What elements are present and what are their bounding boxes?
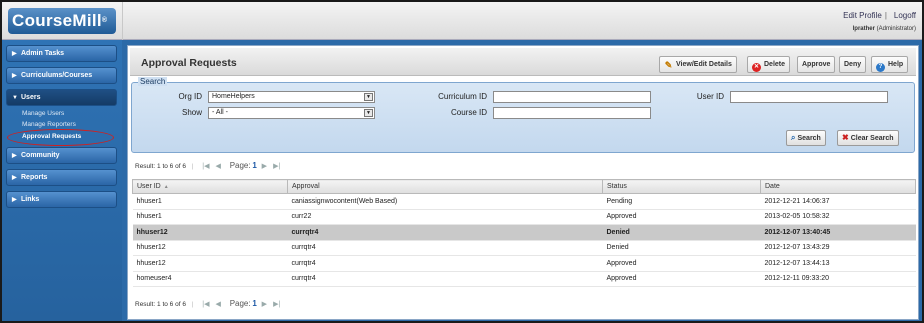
org-id-label: Org ID — [178, 92, 202, 101]
pencil-icon: ✎ — [664, 60, 673, 70]
sidebar-item-community[interactable]: ▶ Community — [6, 147, 117, 164]
table-row-selected[interactable]: hhuser12 currqtr4 Denied 2012-12-07 13:4… — [132, 224, 916, 241]
show-select[interactable]: - All - ▼ — [208, 107, 375, 119]
username: lprather — [852, 26, 875, 32]
chevron-right-icon: ▶ — [12, 51, 17, 57]
approval-table: User ID ▲ Approval Status Date hhuser1 ca… — [132, 179, 916, 287]
annotation-circle — [7, 129, 114, 146]
prev-page-icon[interactable]: ◀ — [215, 301, 220, 308]
page-number[interactable]: 1 — [252, 161, 256, 170]
course-id-label: Course ID — [450, 108, 487, 117]
user-info: lprather (Administrator) — [853, 26, 916, 32]
logoff-link[interactable]: Logoff — [894, 11, 916, 20]
page-label: Page: — [229, 161, 251, 170]
curriculum-id-input[interactable] — [493, 91, 651, 103]
sidebar-item-reports[interactable]: ▶ Reports — [6, 169, 117, 186]
user-id-label: User ID — [696, 92, 724, 101]
next-page-icon[interactable]: ▶ — [262, 163, 267, 170]
divider — [122, 2, 123, 40]
table-row[interactable]: hhuser12 currqtr4 Denied 2012-12-07 13:4… — [132, 240, 916, 256]
chevron-right-icon: ▶ — [12, 197, 17, 203]
user-role: (Administrator) — [876, 26, 916, 32]
help-button[interactable]: ? Help — [871, 56, 909, 73]
dropdown-arrow-icon: ▼ — [364, 93, 373, 101]
result-count: Result: 1 to 6 of 6 — [135, 301, 186, 308]
search-panel: Search Org ID HomeHelpers ▼ Show - All -… — [131, 77, 915, 153]
org-id-select[interactable]: HomeHelpers ▼ — [208, 91, 375, 103]
sidebar-item-links[interactable]: ▶ Links — [6, 191, 117, 208]
prev-page-icon[interactable]: ◀ — [215, 163, 220, 170]
pager-divider: | — [191, 163, 194, 170]
delete-icon: ✕ — [752, 63, 761, 72]
page-number[interactable]: 1 — [252, 299, 256, 308]
chevron-right-icon: ▶ — [12, 175, 17, 181]
pager-divider: | — [191, 301, 194, 308]
table-row[interactable]: hhuser1 caniassignwocontent(Web Based) P… — [132, 193, 916, 210]
first-page-icon[interactable]: |◀ — [202, 163, 209, 170]
help-icon: ? — [876, 63, 885, 72]
user-id-input[interactable] — [730, 91, 888, 103]
clear-search-button[interactable]: ✖ Clear Search — [837, 130, 899, 146]
chevron-right-icon: ▶ — [12, 153, 17, 159]
deny-button[interactable]: Deny — [839, 56, 867, 73]
column-header-status[interactable]: Status — [602, 179, 761, 194]
sidebar-subitem-manage-reporters[interactable]: Manage Reporters — [22, 121, 76, 128]
pager-top: Result: 1 to 6 of 6 | |◀ ◀ Page: 1 ▶ ▶| — [135, 161, 283, 170]
sidebar-subitem-manage-users[interactable]: Manage Users — [22, 110, 64, 117]
view-edit-details-button[interactable]: ✎ View/Edit Details — [659, 56, 737, 73]
table-header: User ID ▲ Approval Status Date — [132, 179, 916, 194]
show-label: Show — [181, 108, 202, 117]
first-page-icon[interactable]: |◀ — [202, 301, 209, 308]
clear-search-icon: ✖ — [842, 133, 849, 142]
sidebar-item-curriculums-courses[interactable]: ▶ Curriculums/Courses — [6, 67, 117, 84]
sidebar-item-users[interactable]: ▼ Users — [6, 89, 117, 106]
pager-bottom: Result: 1 to 6 of 6 | |◀ ◀ Page: 1 ▶ ▶| — [135, 299, 283, 308]
search-button[interactable]: ⌕ Search — [786, 130, 826, 146]
chevron-right-icon: ▶ — [12, 73, 17, 79]
main-panel: Approval Requests ✎ View/Edit Details ✕ De… — [127, 45, 919, 320]
sort-ascending-icon: ▲ — [163, 184, 169, 190]
page-label: Page: — [229, 299, 251, 308]
table-row[interactable]: homeuser4 currqtr4 Approved 2012-12-11 0… — [132, 271, 916, 287]
curriculum-id-label: Curriculum ID — [438, 92, 487, 101]
page-title: Approval Requests — [141, 57, 237, 69]
table-row[interactable]: hhuser12 currqtr4 Approved 2012-12-07 13… — [132, 255, 916, 272]
column-header-date[interactable]: Date — [760, 179, 916, 194]
sidebar-item-admin-tasks[interactable]: ▶ Admin Tasks — [6, 45, 117, 62]
app-window: CourseMill® Edit Profile | Logoff lprather… — [0, 0, 924, 323]
search-legend: Search — [138, 77, 168, 86]
coursemill-logo: CourseMill® — [8, 8, 116, 34]
link-separator: | — [884, 11, 887, 20]
column-header-user-id[interactable]: User ID ▲ — [132, 179, 288, 194]
last-page-icon[interactable]: ▶| — [273, 301, 280, 308]
course-id-input[interactable] — [493, 107, 651, 119]
result-count: Result: 1 to 6 of 6 — [135, 163, 186, 170]
title-bar: Approval Requests ✎ View/Edit Details ✕ De… — [130, 48, 916, 76]
top-links: Edit Profile | Logoff — [839, 11, 916, 20]
search-icon: ⌕ — [791, 133, 796, 142]
sidebar: ▶ Admin Tasks ▶ Curriculums/Courses ▼ Users… — [2, 40, 122, 321]
edit-profile-link[interactable]: Edit Profile — [843, 11, 882, 20]
table-row[interactable]: hhuser1 curr22 Approved 2013-02-05 10:58… — [132, 209, 916, 225]
dropdown-arrow-icon: ▼ — [364, 109, 373, 117]
last-page-icon[interactable]: ▶| — [273, 163, 280, 170]
chevron-down-icon: ▼ — [12, 95, 18, 101]
top-bar: CourseMill® Edit Profile | Logoff lprather… — [2, 2, 922, 40]
next-page-icon[interactable]: ▶ — [262, 301, 267, 308]
column-header-approval[interactable]: Approval — [287, 179, 603, 194]
delete-button[interactable]: ✕ Delete — [747, 56, 791, 73]
approve-button[interactable]: Approve — [797, 56, 836, 73]
